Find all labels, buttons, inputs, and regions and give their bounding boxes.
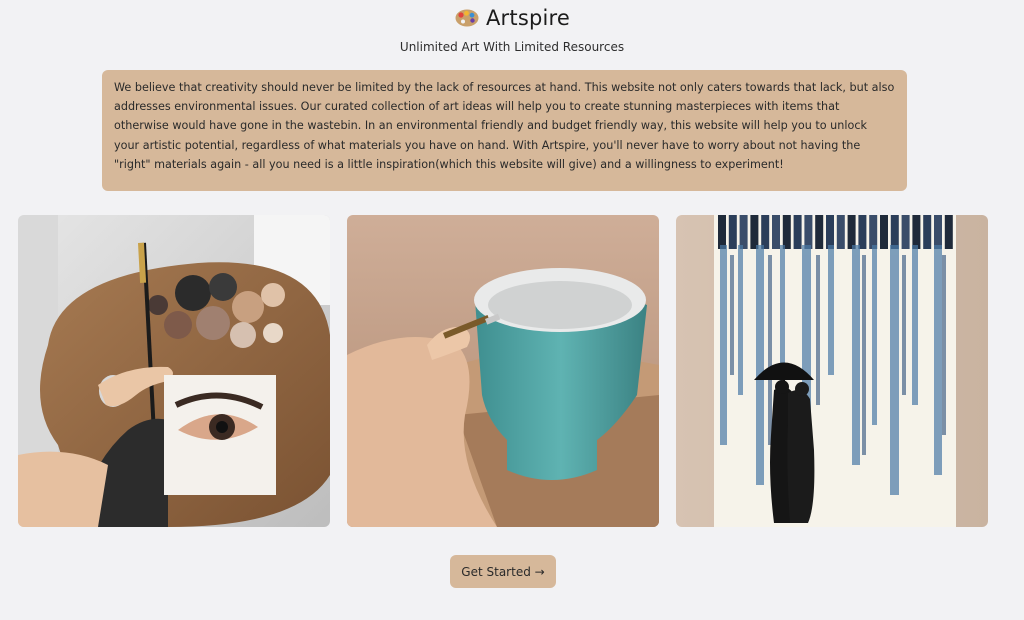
image-gallery (18, 215, 990, 527)
tagline: Unlimited Art With Limited Resources (399, 40, 625, 54)
palette-with-eye-painting-image (18, 215, 330, 527)
melted-crayon-rain-couple-image (676, 215, 988, 527)
get-started-button[interactable]: Get Started → (450, 555, 556, 588)
about-description: We believe that creativity should never … (102, 70, 907, 191)
landing-page: Artspire Unlimited Art With Limited Reso… (0, 0, 1024, 620)
paint-palette-icon (454, 7, 480, 29)
painting-teal-pot-image (347, 215, 659, 527)
brand-header: Artspire (0, 4, 1024, 32)
brand-title: Artspire (485, 6, 571, 30)
